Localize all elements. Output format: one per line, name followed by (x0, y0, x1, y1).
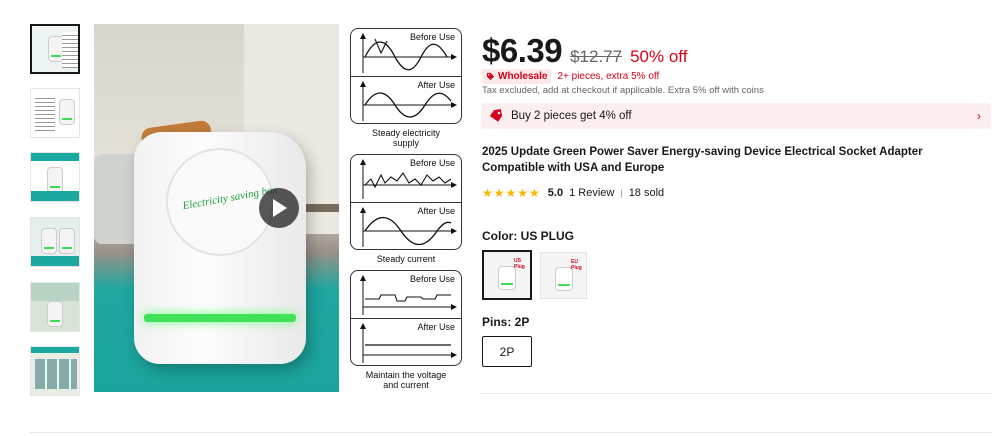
star-rating-icon: ★★★★★ (482, 186, 541, 200)
before-waveform-icon (360, 33, 457, 73)
panel-divider (351, 76, 461, 77)
caption-line: supply (392, 138, 419, 148)
thumbnail-2[interactable] (30, 88, 80, 138)
swatch-label: US Plug (514, 258, 525, 270)
pins-label: Pins: 2P (482, 315, 530, 329)
separator: | (620, 188, 623, 198)
promo-text: Buy 2 pieces get 4% off (511, 110, 632, 122)
caption-line: Steady current (376, 254, 436, 264)
swatch-label: EU Plug (571, 259, 582, 271)
play-video-button[interactable] (259, 188, 299, 228)
thumbnail-text-block (62, 32, 78, 68)
product-title: 2025 Update Green Power Saver Energy-sav… (482, 146, 923, 174)
device-image (47, 167, 63, 193)
discount-percent: 50% off (630, 47, 688, 66)
color-option-us-plug[interactable]: US Plug (482, 250, 532, 300)
diagram-panel-3: Before Use After Use (350, 270, 462, 366)
diagram-panel-2: Before Use After Use (350, 154, 462, 250)
wholesale-text: 2+ pieces, extra 5% off (557, 71, 660, 82)
chevron-right-icon: › (977, 109, 981, 123)
pin-option-2p[interactable]: 2P (482, 336, 532, 367)
diagram-caption-1: Steady electricity supply (350, 128, 462, 148)
thumbnail-5[interactable] (30, 282, 80, 332)
current-price: $6.39 (482, 32, 563, 69)
thumbnail-banner (31, 347, 79, 353)
rating-row: ★★★★★ 5.0 1 Review | 18 sold (482, 186, 664, 200)
tax-note: Tax excluded, add at checkout if applica… (482, 85, 764, 96)
thumbnail-banner (31, 283, 79, 301)
panel-divider (351, 318, 461, 319)
power-saver-device: Electricity saving box (134, 132, 306, 364)
rating-score: 5.0 (547, 187, 564, 199)
device-image (41, 228, 57, 254)
after-waveform-icon (360, 81, 457, 121)
play-icon (273, 199, 287, 217)
sold-count: 18 sold (628, 187, 665, 199)
divider (30, 432, 991, 433)
caption-line: Steady electricity (371, 128, 441, 138)
diagram-panel-1: Before Use After Use (350, 28, 462, 124)
wholesale-row: Wholesale 2+ pieces, extra 5% off (482, 69, 659, 84)
wholesale-badge: Wholesale (482, 69, 552, 84)
after-voltage-icon (360, 323, 457, 363)
before-voltage-icon (360, 275, 457, 315)
thumbnail-footer (31, 256, 79, 266)
thumbnail-banner (31, 153, 79, 161)
caption-line: and current (383, 380, 429, 390)
panel-divider (351, 202, 461, 203)
diagram-caption-2: Steady current (350, 254, 462, 264)
color-option-eu-plug[interactable]: EU Plug (540, 252, 587, 299)
thumbnail-3[interactable] (30, 152, 80, 202)
reviews-link[interactable]: 1 Review (569, 187, 614, 199)
thumbnail-text-block (35, 95, 55, 131)
thumbnail-6[interactable] (30, 346, 80, 396)
promo-banner[interactable]: Buy 2 pieces get 4% off › (481, 103, 991, 129)
main-product-image[interactable]: Electricity saving box (94, 24, 339, 392)
caption-line: Maintain the voltage (365, 370, 447, 380)
wholesale-badge-label: Wholesale (498, 71, 548, 82)
tag-icon (486, 72, 495, 81)
original-price: $12.77 (570, 47, 623, 66)
thumbnail-1[interactable] (30, 24, 80, 74)
before-current-icon (360, 159, 457, 199)
color-label: Color: US PLUG (482, 229, 574, 243)
coupon-tag-icon (489, 109, 503, 122)
device-led-strip (144, 314, 296, 322)
device-image (59, 228, 75, 254)
thumbnail-photo-grid (35, 359, 77, 389)
device-image (47, 301, 63, 327)
divider (481, 393, 991, 394)
after-current-icon (360, 207, 457, 247)
thumbnail-4[interactable] (30, 217, 80, 267)
thumbnail-footer (31, 191, 79, 201)
device-image (59, 99, 75, 125)
price-row: $6.39 $12.77 50% off (482, 32, 687, 70)
diagram-caption-3: Maintain the voltage and current (350, 370, 462, 390)
